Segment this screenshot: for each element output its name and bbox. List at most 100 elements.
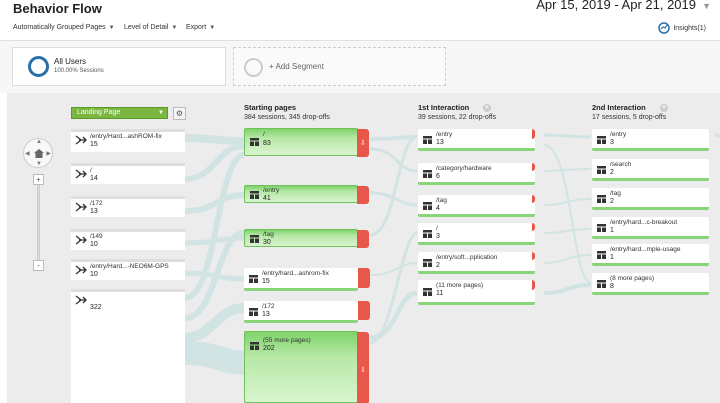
behavior-flow-canvas[interactable]: ▲ ▼ ◀ ▶ + - Landing Page ▼ ⚙ Starting pa… <box>7 93 720 403</box>
starting-page-node[interactable]: /entry/hard...ashrom-fix 15 <box>244 268 370 291</box>
interaction-node[interactable]: (11 more pages) 11 <box>418 280 535 305</box>
source-node[interactable]: /149 10 <box>71 229 185 250</box>
source-node[interactable]: / 14 <box>71 163 185 184</box>
page-name: /entry <box>436 131 453 138</box>
zoom-in-button[interactable]: + <box>33 174 44 185</box>
add-segment-button[interactable]: + Add Segment <box>233 47 446 86</box>
report-header: Behavior Flow Apr 15, 2019 - Apr 21, 201… <box>0 0 720 17</box>
page-group-icon <box>597 166 606 174</box>
zoom-out-button[interactable]: - <box>33 260 44 271</box>
segment-percentage: 100.00% Sessions <box>54 68 104 74</box>
interaction-node[interactable]: /entry/hard...c-breakout 1 <box>592 217 709 239</box>
dropoff-bar[interactable] <box>532 280 535 290</box>
interaction-node[interactable]: /search 2 <box>592 159 709 181</box>
column-title: Starting pages <box>244 103 297 112</box>
source-name: /172 <box>90 200 103 207</box>
close-icon[interactable]: ✕ <box>660 104 668 112</box>
insights-button[interactable]: Insights(1) <box>658 22 706 34</box>
dropoff-arrow-icon: ⇩ <box>360 367 366 374</box>
source-node[interactable]: /172 13 <box>71 196 185 217</box>
date-range-caret-icon[interactable]: ▼ <box>702 1 711 11</box>
page-count: 83 <box>263 140 271 147</box>
source-node[interactable]: 322 <box>71 289 185 403</box>
grouping-menu[interactable]: Automatically Grouped Pages ▼ <box>13 24 115 31</box>
interaction-node[interactable]: / 3 <box>418 223 535 245</box>
date-range-picker[interactable]: Apr 15, 2019 - Apr 21, 2019 <box>536 0 696 12</box>
interaction-node[interactable]: /tag 2 <box>592 188 709 210</box>
interaction-node[interactable]: /entry/soft...pplication 2 <box>418 252 535 274</box>
empty-segment-ring-icon <box>244 58 263 77</box>
dropoff-bar[interactable]: ⇩ <box>357 129 369 157</box>
page-count: 13 <box>436 139 444 146</box>
page-name: (11 more pages) <box>436 282 484 289</box>
add-segment-label: + Add Segment <box>269 62 324 71</box>
starting-page-node[interactable]: /172 13 <box>244 301 370 323</box>
starting-page-node[interactable]: /entry 41 <box>244 185 369 204</box>
source-count: 14 <box>90 175 98 182</box>
source-node[interactable]: /entry/Hard...ashROM-fix 15 <box>71 129 185 152</box>
dropoff-bar[interactable] <box>532 163 535 171</box>
export-label: Export <box>186 24 207 31</box>
page-count: 13 <box>262 311 270 318</box>
pan-left-icon: ◀ <box>25 151 30 157</box>
starting-page-node[interactable]: (55 more pages) 202 ⇩ <box>244 331 369 403</box>
page-name: /entry <box>610 131 627 138</box>
entry-arrow-icon <box>75 135 87 145</box>
interaction-node[interactable]: /tag 4 <box>418 195 535 217</box>
source-count: 10 <box>90 271 98 278</box>
export-menu[interactable]: Export ▼ <box>186 24 215 31</box>
page-group-icon <box>597 136 606 144</box>
dropoff-arrow-icon: ⇩ <box>360 140 366 147</box>
chevron-down-icon: ▼ <box>209 25 216 31</box>
dropoff-bar[interactable]: ⇩ <box>357 332 369 403</box>
dropoff-bar[interactable] <box>532 252 535 260</box>
level-of-detail-menu[interactable]: Level of Detail ▼ <box>124 24 177 31</box>
dropoff-bar[interactable] <box>357 230 369 248</box>
dropoff-bar[interactable] <box>357 186 369 204</box>
page-group-icon <box>250 138 259 146</box>
page-name: /entry/hard...ashrom-fix <box>262 270 329 277</box>
page-count: 2 <box>610 198 614 205</box>
starting-page-node[interactable]: / 83 ⇩ <box>244 128 369 157</box>
level-of-detail-label: Level of Detail <box>124 24 169 31</box>
segment-all-users[interactable]: All Users 100.00% Sessions <box>12 47 226 86</box>
interaction-node[interactable]: /entry 13 <box>418 129 535 151</box>
dimension-selector[interactable]: Landing Page ▼ <box>71 107 168 119</box>
chevron-down-icon: ▼ <box>108 25 115 31</box>
source-count: 322 <box>90 304 102 311</box>
page-group-icon <box>597 251 606 259</box>
dropoff-bar[interactable] <box>532 129 535 139</box>
entry-arrow-icon <box>75 202 87 212</box>
gear-icon[interactable]: ⚙ <box>173 107 186 120</box>
page-name: /entry/hard...c-breakout <box>610 219 678 226</box>
dropoff-bar[interactable] <box>358 268 370 288</box>
grouping-menu-label: Automatically Grouped Pages <box>13 24 106 31</box>
interaction-node[interactable]: /entry 3 <box>592 129 709 151</box>
column-header-2nd-interaction: 2nd Interaction 17 sessions, 5 drop-offs <box>592 103 666 121</box>
source-node[interactable]: /entry/Hard...-NEO6M-GPS 10 <box>71 259 185 280</box>
insights-label: Insights(1) <box>673 24 706 32</box>
interaction-node[interactable]: (8 more pages) 8 <box>592 273 709 295</box>
page-count: 11 <box>436 290 444 297</box>
close-icon[interactable]: ✕ <box>483 104 491 112</box>
starting-page-node[interactable]: /tag 30 <box>244 229 369 248</box>
home-icon <box>34 149 44 158</box>
interaction-node[interactable]: /entry/hard...mple-usage 1 <box>592 244 709 266</box>
zoom-slider-track[interactable] <box>37 179 40 265</box>
page-count: 6 <box>436 173 440 180</box>
zoom-pan-control[interactable]: ▲ ▼ ◀ ▶ <box>23 138 53 168</box>
page-name: /entry/hard...mple-usage <box>610 246 681 253</box>
page-count: 1 <box>610 227 614 234</box>
report-toolbar: Automatically Grouped Pages ▼ Level of De… <box>0 17 720 41</box>
pan-down-icon: ▼ <box>36 161 42 167</box>
page-group-icon <box>423 170 432 178</box>
source-count: 10 <box>90 241 98 248</box>
dropoff-bar[interactable] <box>532 195 535 203</box>
interaction-node[interactable]: /category/hardware 6 <box>418 163 535 185</box>
chevron-down-icon: ▼ <box>171 25 178 31</box>
dropoff-bar[interactable] <box>532 223 535 231</box>
page-name: (55 more pages) <box>263 337 311 344</box>
page-group-icon <box>597 195 606 203</box>
dropoff-bar[interactable] <box>358 301 370 320</box>
page-group-icon <box>423 230 432 238</box>
